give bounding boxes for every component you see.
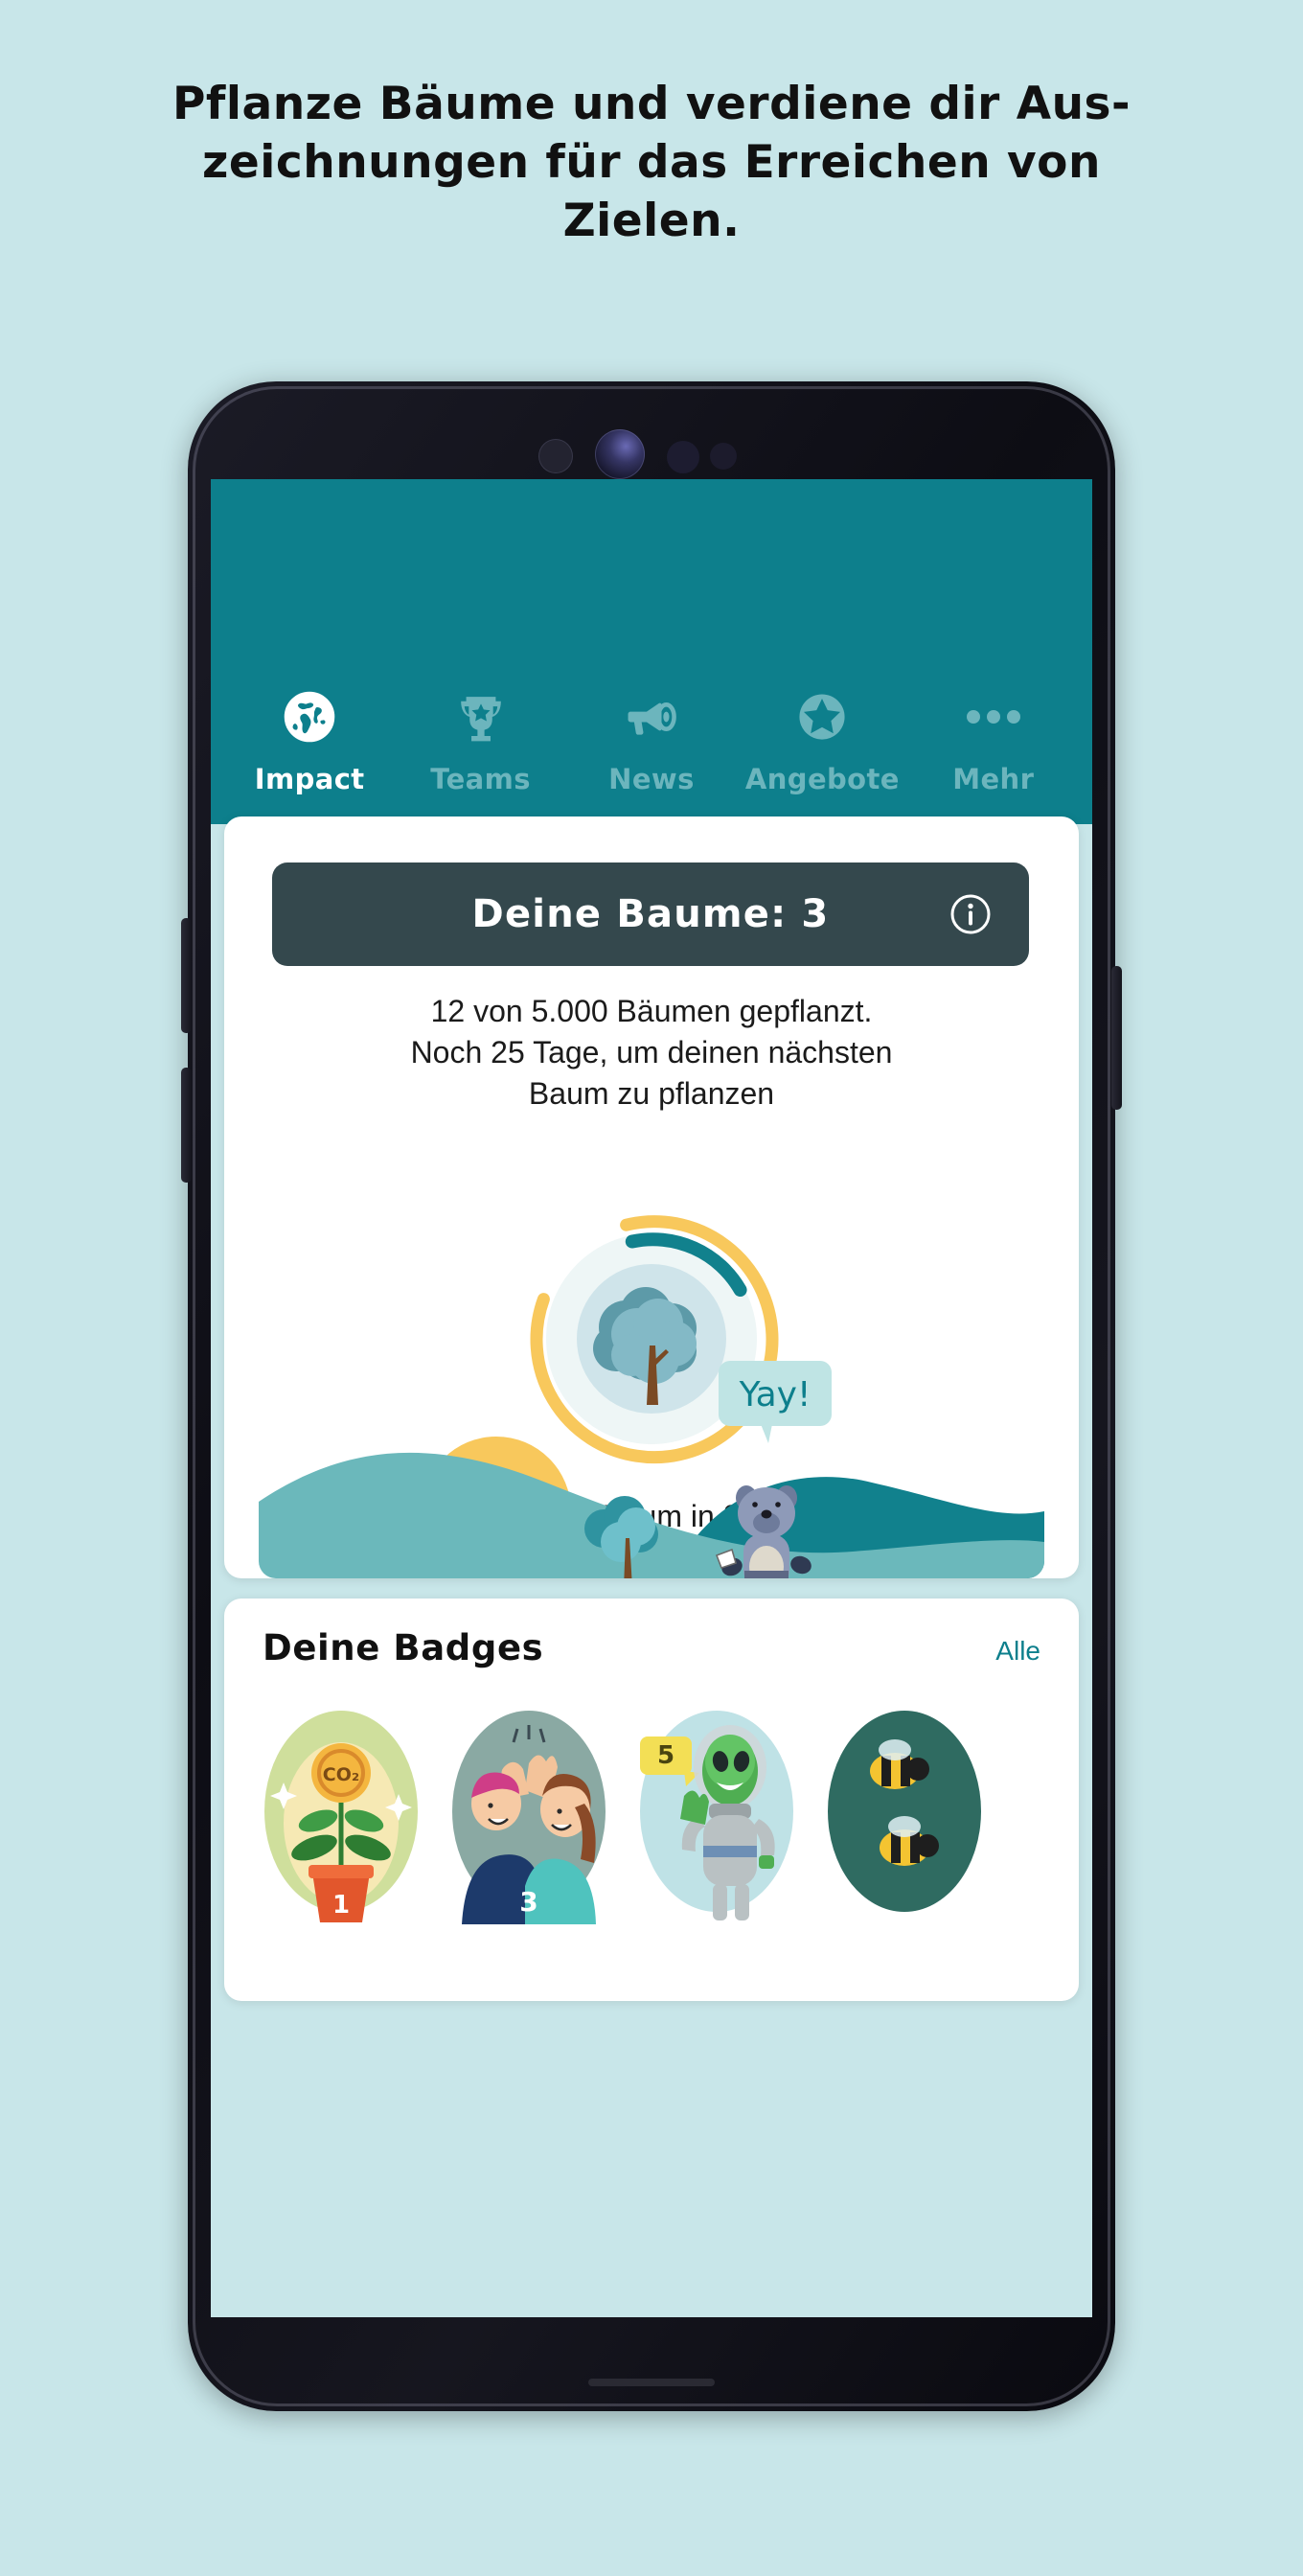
globe-icon [228,686,391,748]
speech-bubble: Yay! [719,1361,832,1443]
headline-line-1: Pflanze Bäume und verdiene dir Aus- [171,78,1132,130]
phone-mockup: Impact Teams News Angebote Mehr Deine Ba… [181,381,1122,2411]
megaphone-icon [570,686,733,748]
light-sensor-icon [710,443,737,470]
tab-impact[interactable]: Impact [228,686,391,795]
badges-header: Deine Badges Alle [263,1627,1040,1668]
badges-title: Deine Badges [263,1627,544,1668]
badge-alien-thumbsup[interactable]: 5 [634,1704,799,1924]
tab-teams[interactable]: Teams [400,686,562,795]
front-camera-icon [595,429,645,479]
badges-all-link[interactable]: Alle [995,1636,1040,1667]
badges-card: Deine Badges Alle CO₂ 1 3 5 [224,1598,1079,2001]
power-button[interactable] [1111,966,1122,1110]
volume-down-button[interactable] [181,1068,192,1183]
tab-news[interactable]: News [570,686,733,795]
badge-bees[interactable] [822,1704,987,1924]
badges-list[interactable]: CO₂ 1 3 5 [259,1704,1083,1982]
earpiece-speaker-icon [538,439,573,473]
tab-label-angebote: Angebote [744,763,900,795]
volume-up-button[interactable] [181,918,192,1033]
page-headline: Pflanze Bäume und verdiene dir Aus- zeic… [0,75,1303,250]
tab-angebote[interactable]: Angebote [741,686,903,795]
info-circle-icon[interactable] [949,892,993,936]
trophy-icon [400,686,562,748]
badge-number: 3 [519,1886,537,1918]
headline-line-3: Zielen. [562,195,741,248]
tab-label-teams: Teams [430,763,531,795]
badge-number: 5 [657,1741,674,1770]
body-line-1: 12 von 5.000 Bäumen gepflanzt. [430,994,873,1028]
tab-label-impact: Impact [254,763,365,795]
hill-scene-illustration: Yay! [259,1329,1044,1578]
tree-count-banner[interactable]: Deine Baume: 3 [272,862,1029,966]
star-circle-icon [741,686,903,748]
ellipsis-icon [912,686,1075,748]
badge-high-five[interactable]: 3 [446,1704,611,1924]
body-line-3: Baum zu pflanzen [528,1075,775,1111]
co2-label: CO₂ [323,1764,359,1785]
headline-line-2: zeichnungen für das Erreichen von [202,136,1101,190]
proximity-sensor-icon [667,441,699,473]
app-screen: Impact Teams News Angebote Mehr Deine Ba… [211,479,1092,2317]
home-indicator[interactable] [588,2379,715,2386]
tab-label-news: News [608,763,695,795]
impact-body-text: 12 von 5.000 Bäumen gepflanzt. Noch 25 T… [263,991,1040,1115]
badge-number: 1 [332,1891,350,1920]
speech-bubble-text: Yay! [739,1375,812,1414]
tree-count-title: Deine Baume: 3 [471,892,830,936]
impact-card: Deine Baume: 3 12 von 5.000 Bäumen gepfl… [224,816,1079,1578]
top-tab-bar: Impact Teams News Angebote Mehr [211,479,1092,824]
tab-mehr[interactable]: Mehr [912,686,1075,795]
tab-label-mehr: Mehr [952,763,1035,795]
badge-co2-plant[interactable]: CO₂ 1 [259,1704,423,1924]
body-line-2: Noch 25 Tage, um deinen nächsten [410,1034,893,1070]
